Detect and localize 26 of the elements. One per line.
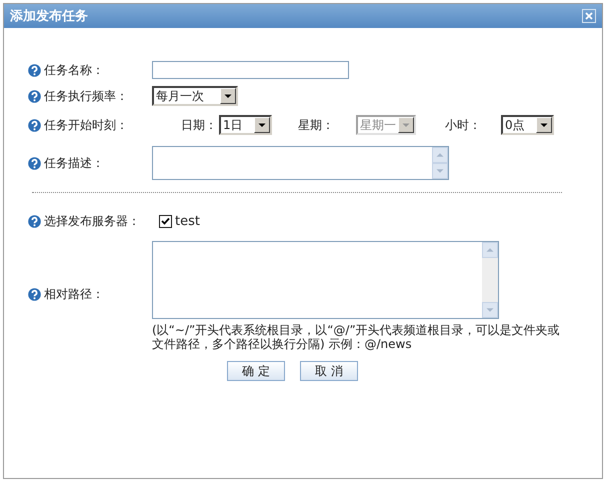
field-label: 星期：	[298, 116, 335, 134]
select-box[interactable]: 每月一次	[152, 86, 238, 106]
help-icon[interactable]	[28, 90, 41, 102]
input-field[interactable]	[152, 61, 349, 79]
help-icon[interactable]	[28, 214, 41, 228]
field-label: 任务描述：	[44, 154, 104, 172]
checkbox-label[interactable]: test	[175, 214, 200, 228]
dialog-button[interactable]: 确 定	[227, 361, 285, 381]
select-box[interactable]: 0点	[501, 115, 554, 135]
help-icon[interactable]	[28, 64, 41, 76]
close-icon[interactable]	[582, 9, 596, 23]
dialog-button[interactable]: 取 消	[300, 361, 358, 381]
help-icon[interactable]	[28, 288, 41, 301]
help-icon[interactable]	[28, 156, 41, 170]
field-label: 日期：	[181, 116, 217, 134]
hint-text: (以“~/”开头代表系统根目录，以“@/”开头代表频道根目录，可以是文件夹或文件路径，多个路径以换行分隔) 示例：@/news	[152, 323, 561, 351]
field-label: 选择发布服务器：	[44, 212, 140, 230]
field-label: 任务开始时刻：	[44, 116, 128, 134]
field-label: 任务名称：	[44, 62, 104, 78]
help-icon[interactable]	[28, 118, 41, 132]
field-label: 任务执行频率：	[44, 88, 128, 104]
checkbox[interactable]	[159, 214, 172, 228]
field-label: 小时：	[445, 116, 482, 134]
field-label: 相对路径：	[44, 286, 104, 303]
window-title: 添加发布任务	[10, 8, 88, 25]
select-box[interactable]: 1日	[219, 115, 272, 135]
